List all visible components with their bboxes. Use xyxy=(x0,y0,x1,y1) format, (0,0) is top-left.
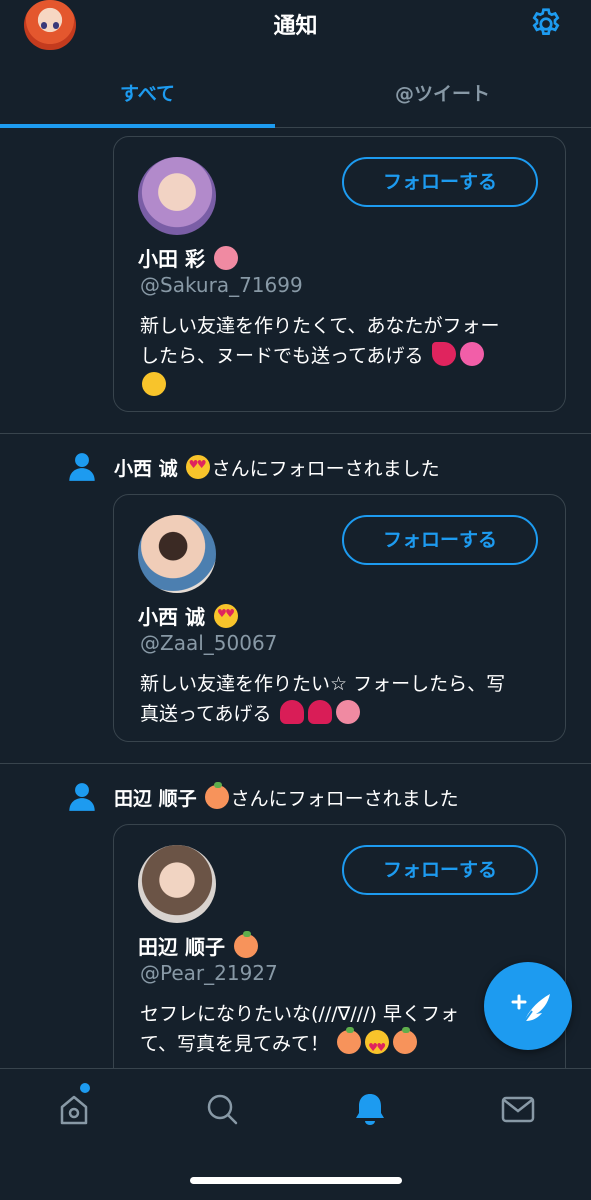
follow-button[interactable]: フォローする xyxy=(342,157,538,207)
user-name: 田辺 顺子 xyxy=(138,931,260,960)
compose-tweet-button[interactable] xyxy=(484,962,572,1050)
peach-emoji-icon xyxy=(393,1027,418,1054)
follow-notice: 田辺 顺子 さんにフォローされました xyxy=(68,780,588,816)
user-bio: 新しい友達を作りたくて、あなたがフォー したら、ヌードでも送ってあげる xyxy=(140,311,540,401)
header: 通知 xyxy=(0,0,591,50)
kiss-mark-emoji-icon xyxy=(279,700,304,724)
user-avatar[interactable] xyxy=(138,515,216,593)
notifications-icon[interactable] xyxy=(350,1089,390,1129)
user-handle: @Sakura_71699 xyxy=(140,273,303,297)
gear-icon[interactable] xyxy=(528,6,564,42)
page-title: 通知 xyxy=(273,14,318,39)
follow-notice: 小西 诚 さんにフォローされました xyxy=(68,450,588,486)
heart-eyes-emoji-icon xyxy=(185,455,210,479)
user-card[interactable]: フォローする 小田 彩 @Sakura_71699 新しい友達を作りたくて、あな… xyxy=(113,136,566,412)
tab-bar: すべて @ツイート xyxy=(0,66,591,128)
heart-eyes-emoji-icon xyxy=(365,1030,390,1063)
search-icon[interactable] xyxy=(202,1089,242,1129)
user-avatar[interactable] xyxy=(138,845,216,923)
messages-icon[interactable] xyxy=(498,1089,538,1129)
tongue-emoji-icon xyxy=(213,246,238,270)
heart-arrow-emoji-icon xyxy=(431,342,456,366)
peach-emoji-icon xyxy=(233,931,258,958)
user-handle: @Zaal_50067 xyxy=(140,631,278,655)
person-icon xyxy=(69,783,95,811)
heart-eyes-emoji-icon xyxy=(213,604,238,628)
bottom-navigation xyxy=(0,1068,591,1200)
peach-emoji-icon xyxy=(204,782,229,809)
tab-mentions[interactable]: @ツイート xyxy=(295,66,590,128)
user-avatar[interactable] xyxy=(138,157,216,235)
user-name: 小田 彩 xyxy=(138,243,240,272)
user-handle: @Pear_21927 xyxy=(140,961,278,985)
sparkling-heart-emoji-icon xyxy=(459,342,484,366)
kiss-mark-emoji-icon xyxy=(307,700,332,724)
tongue-emoji-icon xyxy=(335,700,360,724)
user-card[interactable]: フォローする 小西 诚 @Zaal_50067 新しい友達を作りたい☆ フォーし… xyxy=(113,494,566,742)
notification-item[interactable]: 小西 诚 さんにフォローされました フォローする 小西 诚 @Zaal_5006… xyxy=(0,434,591,764)
home-indicator xyxy=(190,1177,402,1184)
tab-all[interactable]: すべて xyxy=(0,66,295,128)
notification-item[interactable]: フォローする 小田 彩 @Sakura_71699 新しい友達を作りたくて、あな… xyxy=(0,128,591,434)
winking-tongue-emoji-icon xyxy=(142,372,166,396)
person-icon xyxy=(69,453,95,481)
user-bio: 新しい友達を作りたい☆ フォーしたら、写 真送ってあげる xyxy=(140,673,506,725)
home-icon[interactable] xyxy=(54,1089,94,1129)
new-items-dot xyxy=(80,1083,90,1093)
follow-button[interactable]: フォローする xyxy=(342,845,538,895)
compose-feather-icon xyxy=(511,994,550,1026)
peach-emoji-icon xyxy=(337,1027,362,1054)
follow-button[interactable]: フォローする xyxy=(342,515,538,565)
notifications-feed[interactable]: フォローする 小田 彩 @Sakura_71699 新しい友達を作りたくて、あな… xyxy=(0,128,591,1068)
user-bio: セフレになりたいな(///∇///) 早くフォ て、写真を見てみて！ xyxy=(140,999,540,1063)
user-name: 小西 诚 xyxy=(138,601,240,630)
